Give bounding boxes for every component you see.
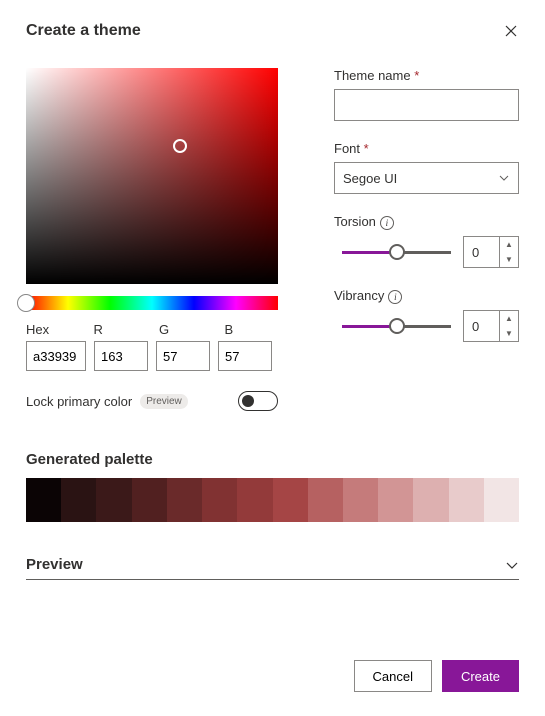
torsion-slider[interactable]	[342, 242, 451, 262]
palette-swatch	[378, 478, 413, 522]
preview-badge: Preview	[140, 394, 188, 409]
palette-swatch	[61, 478, 96, 522]
dialog-title: Create a theme	[26, 22, 141, 40]
toggle-knob	[242, 395, 254, 407]
torsion-value: 0	[464, 245, 499, 260]
palette-swatch	[484, 478, 519, 522]
chevron-down-icon	[498, 172, 510, 184]
torsion-knob[interactable]	[389, 244, 405, 260]
g-input[interactable]	[156, 341, 210, 371]
torsion-up[interactable]: ▲	[500, 237, 518, 252]
theme-name-label: Theme name *	[334, 68, 519, 83]
close-icon[interactable]	[503, 23, 519, 39]
cancel-button[interactable]: Cancel	[354, 660, 432, 692]
font-value: Segoe UI	[343, 171, 397, 186]
palette-swatch	[132, 478, 167, 522]
r-input[interactable]	[94, 341, 148, 371]
torsion-label: Torsioni	[334, 214, 519, 230]
palette-swatch	[96, 478, 131, 522]
vibrancy-knob[interactable]	[389, 318, 405, 334]
info-icon[interactable]: i	[388, 290, 402, 304]
palette-swatch	[449, 478, 484, 522]
b-label: B	[224, 322, 278, 337]
generated-palette-heading: Generated palette	[26, 451, 519, 468]
chevron-down-icon	[505, 558, 519, 572]
palette-swatch	[237, 478, 272, 522]
vibrancy-down[interactable]: ▼	[500, 326, 518, 341]
palette-swatch	[167, 478, 202, 522]
palette-swatch	[413, 478, 448, 522]
create-button[interactable]: Create	[442, 660, 519, 692]
palette-swatch	[308, 478, 343, 522]
lock-label: Lock primary color	[26, 394, 132, 409]
b-input[interactable]	[218, 341, 272, 371]
lock-toggle[interactable]	[238, 391, 278, 411]
hue-slider[interactable]	[26, 296, 278, 310]
torsion-down[interactable]: ▼	[500, 252, 518, 267]
font-label: Font *	[334, 141, 519, 156]
color-picker-canvas[interactable]	[26, 68, 278, 284]
r-label: R	[93, 322, 147, 337]
torsion-spinner[interactable]: 0 ▲▼	[463, 236, 519, 268]
vibrancy-value: 0	[464, 319, 499, 334]
sv-handle[interactable]	[173, 139, 187, 153]
vibrancy-slider[interactable]	[342, 316, 451, 336]
preview-accordion[interactable]: Preview	[26, 550, 519, 580]
hex-input[interactable]	[26, 341, 86, 371]
palette-swatch	[202, 478, 237, 522]
vibrancy-up[interactable]: ▲	[500, 311, 518, 326]
palette-swatch	[343, 478, 378, 522]
info-icon[interactable]: i	[380, 216, 394, 230]
g-label: G	[159, 322, 213, 337]
palette-swatch	[273, 478, 308, 522]
vibrancy-spinner[interactable]: 0 ▲▼	[463, 310, 519, 342]
hue-handle[interactable]	[17, 294, 35, 312]
theme-name-input[interactable]	[334, 89, 519, 121]
vibrancy-label: Vibrancyi	[334, 288, 519, 304]
palette-strip	[26, 478, 519, 522]
hex-label: Hex	[26, 322, 81, 337]
preview-label: Preview	[26, 556, 83, 573]
font-select[interactable]: Segoe UI	[334, 162, 519, 194]
palette-swatch	[26, 478, 61, 522]
